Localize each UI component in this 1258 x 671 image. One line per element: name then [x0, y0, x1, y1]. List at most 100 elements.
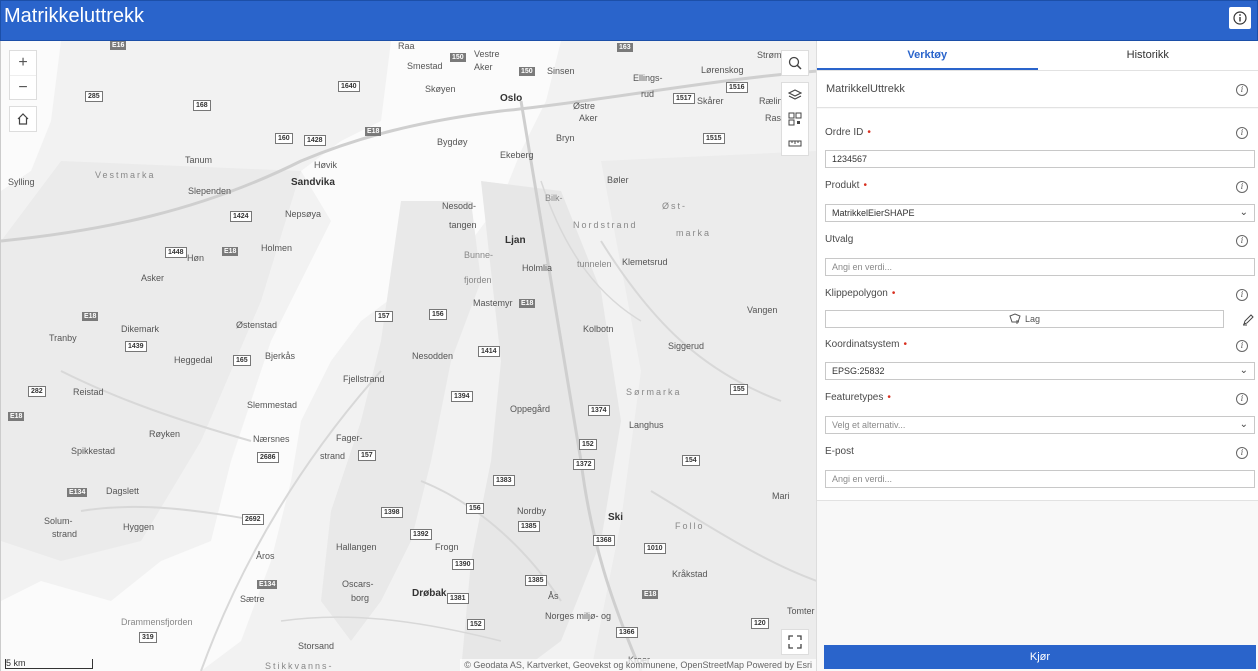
map-label: Holmen — [261, 243, 293, 253]
road-shield: 168 — [193, 100, 211, 111]
road-shield: 1372 — [573, 459, 595, 470]
road-shield: 1424 — [230, 211, 252, 222]
zoom-in-button[interactable]: + — [10, 51, 36, 75]
map-label: Vestmarka — [95, 170, 156, 180]
road-shield: 1385 — [525, 575, 547, 586]
road-shield: 1428 — [304, 135, 326, 146]
map-label: Ski — [608, 512, 624, 523]
featuretypes-select[interactable]: Velg et alternativ... ⌄ — [825, 416, 1255, 434]
road-shield: E18 — [82, 312, 99, 321]
koordinatsystem-select[interactable]: EPSG:25832 ⌄ — [825, 362, 1255, 380]
run-button[interactable]: Kjør — [824, 645, 1256, 669]
road-shield: E18 — [365, 127, 382, 136]
map-label: Dagslett — [106, 486, 140, 496]
map-label: Sandvika — [291, 177, 335, 188]
map-label: Nordby — [517, 506, 547, 516]
map-label: Heggedal — [174, 355, 213, 365]
map-label: Ekeberg — [500, 150, 534, 160]
info-icon[interactable]: i — [1236, 84, 1248, 96]
map-label: Tomter — [787, 606, 815, 616]
map-label: Oslo — [500, 93, 523, 104]
map-label: Vestre — [474, 49, 500, 59]
info-icon[interactable]: i — [1236, 181, 1248, 193]
map-label: Bøler — [607, 175, 629, 185]
draw-polygon-button[interactable]: Lag — [825, 310, 1224, 328]
zoom-out-button[interactable]: − — [10, 75, 36, 99]
info-icon[interactable]: i — [1236, 235, 1248, 247]
ordre-id-input[interactable]: 1234567 — [825, 150, 1255, 168]
road-shield: 156 — [429, 309, 447, 320]
epost-input[interactable]: Angi en verdi... — [825, 470, 1255, 488]
map-label: Hallangen — [336, 542, 377, 552]
produkt-select[interactable]: MatrikkelEierSHAPE ⌄ — [825, 204, 1255, 222]
home-button[interactable] — [10, 107, 36, 131]
layers-icon — [788, 89, 802, 100]
measure-button[interactable] — [782, 131, 808, 155]
map-label: Solum- — [44, 516, 73, 526]
road-shield: 155 — [730, 384, 748, 395]
search-button[interactable] — [782, 51, 808, 75]
info-icon — [1233, 11, 1247, 25]
road-shield: 1381 — [447, 593, 469, 604]
map-view[interactable]: Raa Vestre Aker Smestad Sinsen Ellings- … — [0, 41, 816, 671]
info-icon[interactable]: i — [1236, 393, 1248, 405]
select-button[interactable] — [782, 107, 808, 131]
map-label: Siggerud — [668, 341, 705, 351]
map-label: Oppegård — [510, 404, 551, 414]
road-shield: 160 — [275, 133, 293, 144]
road-shield: 163 — [617, 43, 633, 52]
map-label: Høn — [187, 253, 205, 263]
map-label: Rælin — [759, 96, 783, 106]
map-label: Lørenskog — [701, 65, 744, 75]
map-label: Mastemyr — [473, 298, 513, 308]
map-toolbar — [781, 50, 809, 76]
tab-historikk[interactable]: Historikk — [1038, 41, 1258, 70]
road-shield: 319 — [139, 632, 157, 643]
map-label: Mari — [772, 491, 790, 501]
map-label: Sylling — [8, 177, 35, 187]
map-label: Tanum — [185, 155, 213, 165]
road-shield: E18 — [642, 590, 659, 599]
utvalg-input[interactable]: Angi en verdi... — [825, 258, 1255, 276]
map-label: Slependen — [188, 186, 232, 196]
map-label: tunnelen — [577, 259, 612, 269]
info-icon[interactable]: i — [1236, 289, 1248, 301]
road-shield: E134 — [67, 488, 88, 497]
road-shield: 156 — [466, 503, 484, 514]
map-label: Fager- — [336, 433, 363, 443]
map-label: Sinsen — [547, 66, 575, 76]
map-label: Skårer — [697, 96, 724, 106]
info-icon[interactable]: i — [1236, 447, 1248, 459]
header-info-button[interactable] — [1229, 7, 1251, 29]
map-label: Sørmarka — [626, 387, 682, 397]
map-label: Langhus — [629, 420, 664, 430]
map-label: Nesodden — [412, 351, 454, 361]
road-shield: 157 — [375, 311, 393, 322]
layers-button[interactable] — [782, 83, 808, 107]
road-shield: 1640 — [338, 81, 360, 92]
road-shield: 1374 — [588, 405, 610, 416]
fullscreen-button[interactable] — [782, 630, 808, 654]
map-label: Fjellstrand — [343, 374, 385, 384]
map-label: Åros — [256, 551, 275, 561]
qr-select-icon — [788, 112, 802, 126]
road-shield: 1394 — [451, 391, 473, 402]
map-label: rud — [641, 89, 655, 99]
info-icon[interactable]: i — [1236, 127, 1248, 139]
fullscreen-icon — [788, 635, 802, 649]
map-label: Holmlia — [522, 263, 553, 273]
map-attribution: © Geodata AS, Kartverket, Geovekst og ko… — [460, 659, 816, 671]
map-label: strand — [52, 529, 78, 539]
tab-verktoy[interactable]: Verktøy — [817, 41, 1038, 70]
road-shield: 1366 — [616, 627, 638, 638]
map-label: Kråkstad — [672, 569, 708, 579]
road-shield: 1414 — [478, 346, 500, 357]
edit-polygon-button[interactable] — [1239, 310, 1257, 328]
map-label: Nordstrand — [573, 220, 638, 230]
map-label: Storsand — [298, 641, 335, 651]
featuretypes-label: Featuretypes • — [825, 392, 891, 403]
map-label: Bygdøy — [437, 137, 468, 147]
map-label: Stikkvanns- — [265, 661, 334, 671]
app-header: Matrikkeluttrekk — [0, 0, 1258, 41]
info-icon[interactable]: i — [1236, 340, 1248, 352]
